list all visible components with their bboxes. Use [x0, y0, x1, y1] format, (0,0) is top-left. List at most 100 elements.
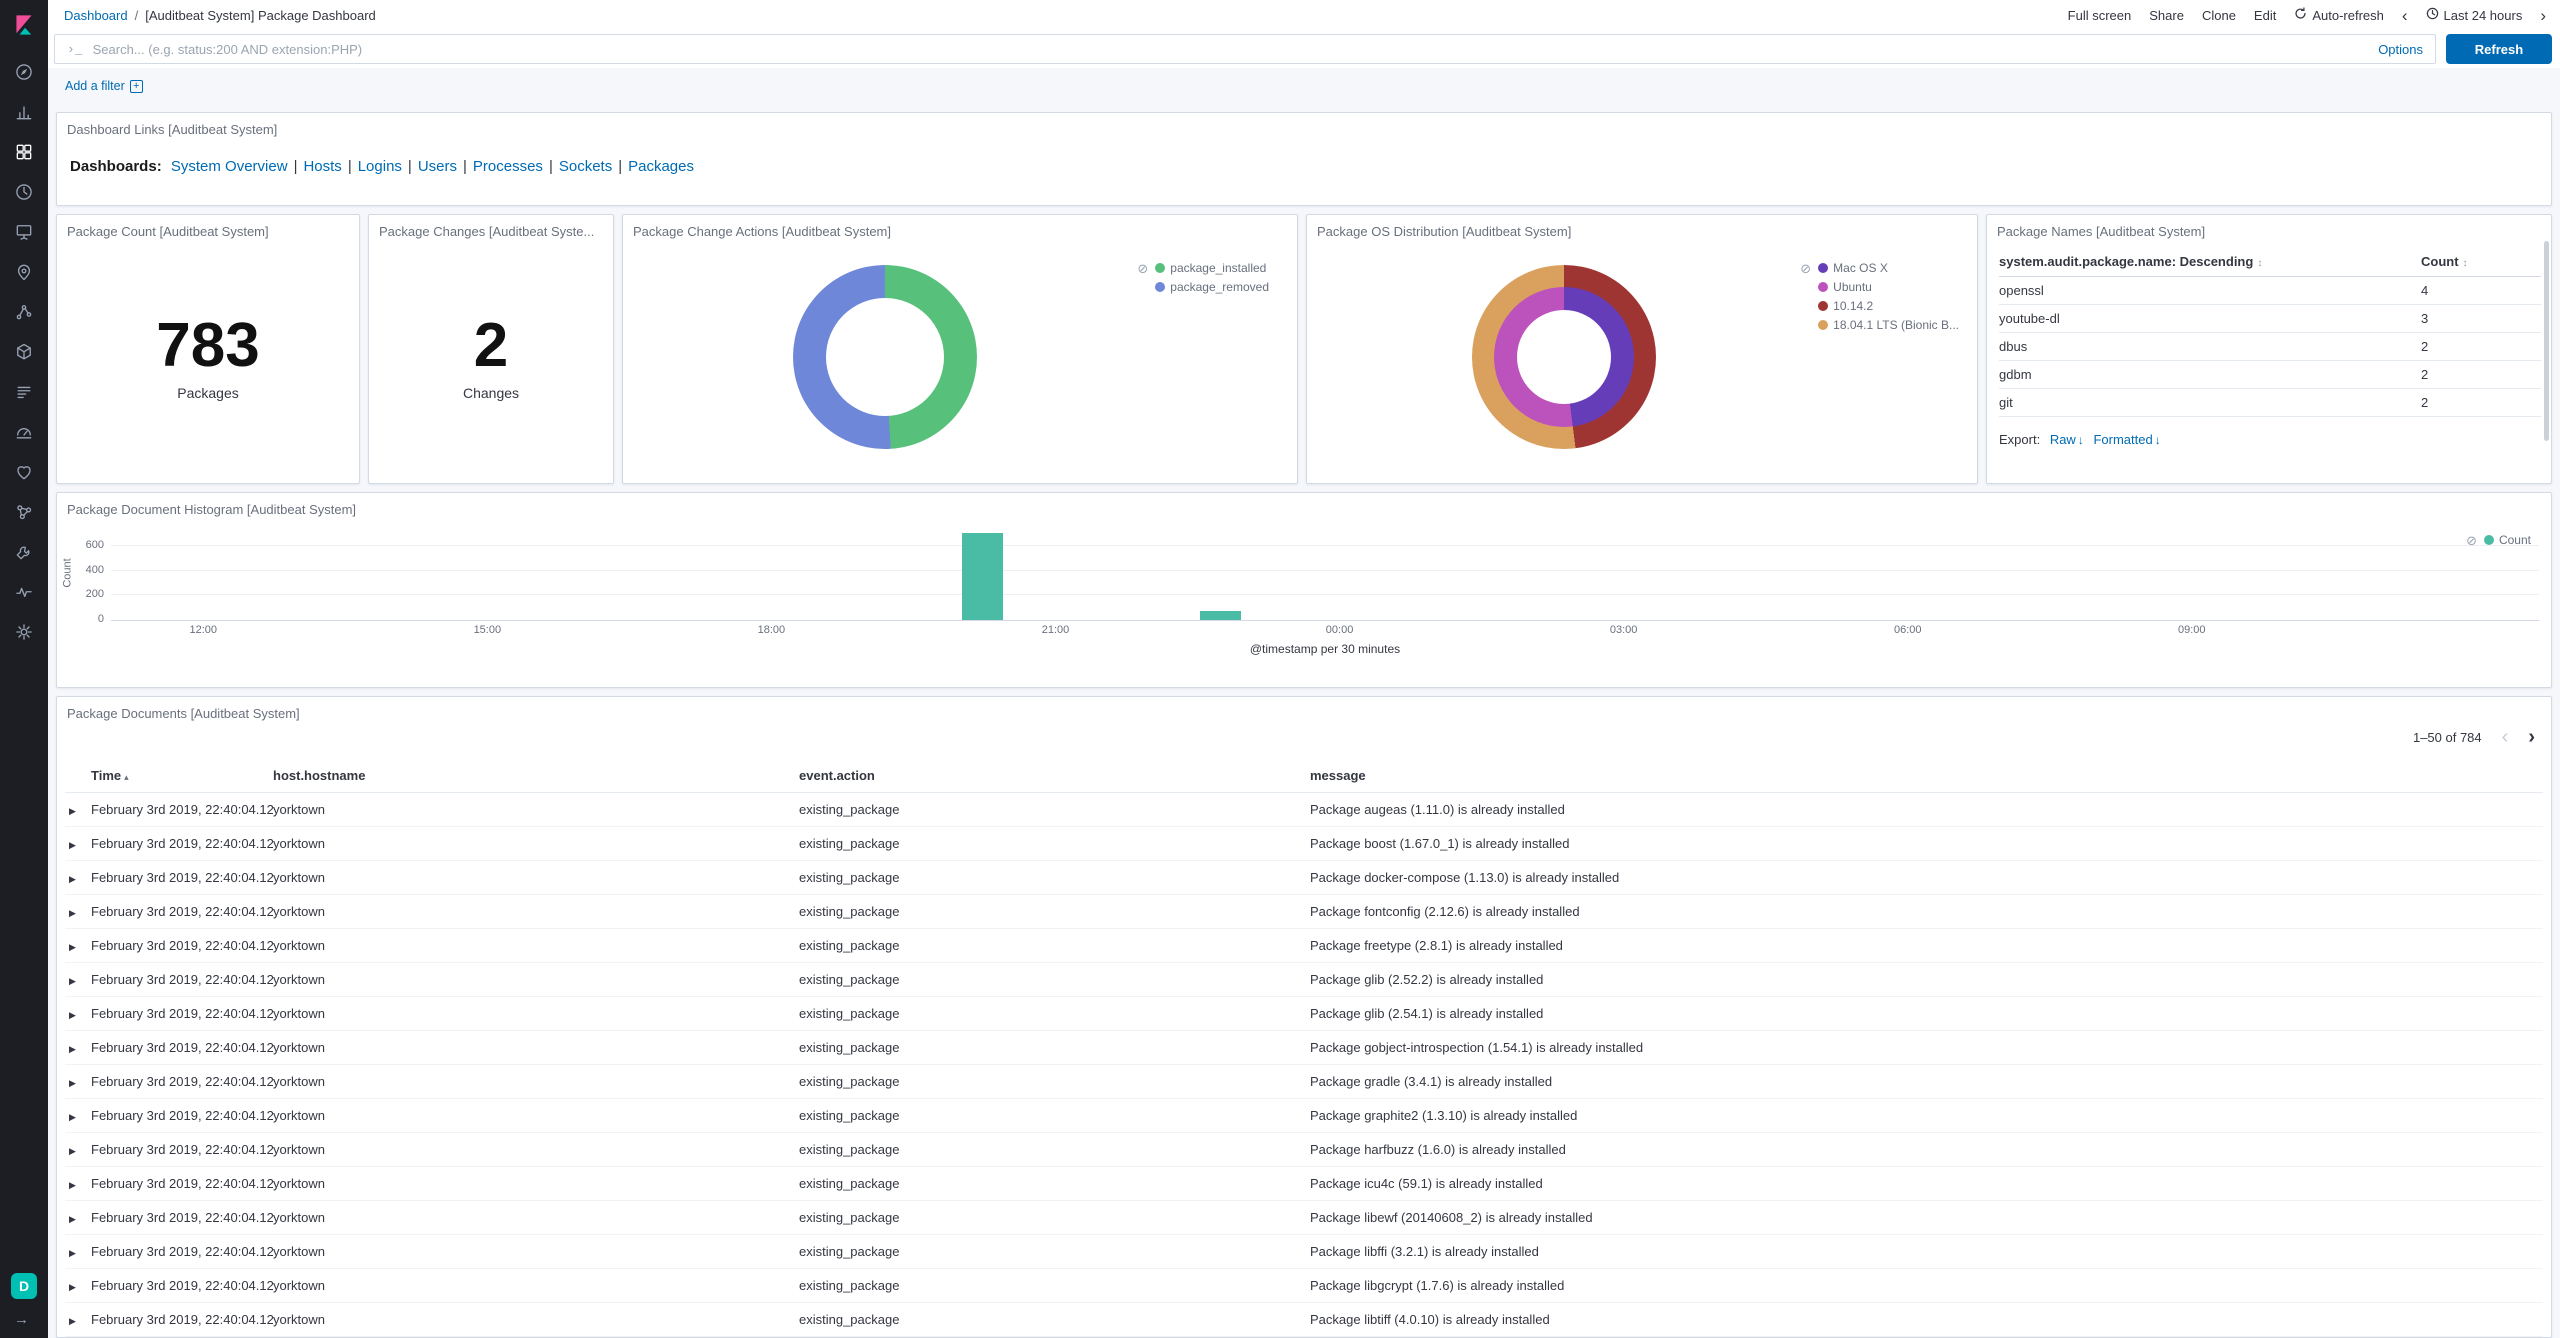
package-count-cell[interactable]: 2 [2421, 332, 2541, 361]
sidebar-item-canvas[interactable] [0, 212, 48, 252]
clone-button[interactable]: Clone [2202, 8, 2236, 23]
expand-row-icon[interactable]: ▶ [69, 1078, 76, 1088]
message-column-header[interactable]: message [1310, 759, 2543, 793]
add-filter-link[interactable]: Add a filter + [65, 79, 143, 93]
legend-filter-icon[interactable]: ⊘ [1800, 262, 1811, 275]
package-count-cell[interactable]: 3 [2421, 304, 2541, 333]
expand-row-icon[interactable]: ▶ [69, 1214, 76, 1224]
discover-icon [14, 62, 34, 82]
table-row: ▶ February 3rd 2019, 22:40:04.121yorktown… [65, 894, 2543, 929]
sidebar-item-timelion[interactable] [0, 172, 48, 212]
expand-row-icon[interactable]: ▶ [69, 1044, 76, 1054]
time-cell: February 3rd 2019, 22:40:04.121 [91, 1166, 273, 1201]
sidebar-item-visualize[interactable] [0, 92, 48, 132]
package-name-header[interactable]: system.audit.package.name: Descending ↕ [1999, 247, 2421, 277]
query-options-link[interactable]: Options [2378, 42, 2423, 57]
dashboard-link-processes[interactable]: Processes [473, 158, 543, 175]
event-action-column-header[interactable]: event.action [799, 759, 1310, 793]
dashboard-link-hosts[interactable]: Hosts [303, 158, 341, 175]
auto-refresh-button[interactable]: Auto-refresh [2294, 7, 2384, 23]
package-name-cell[interactable]: git [1999, 388, 2421, 417]
time-range-picker[interactable]: Last 24 hours [2426, 7, 2522, 23]
expand-row-icon[interactable]: ▶ [69, 1248, 76, 1258]
legend-item[interactable]: 10.14.2 [1818, 299, 1959, 313]
panel-package-names: Package Names [Auditbeat System] system.… [1986, 214, 2552, 484]
full-screen-button[interactable]: Full screen [2068, 8, 2132, 23]
legend-filter-icon[interactable]: ⊘ [2466, 534, 2477, 547]
os-distribution-donut-outer[interactable] [1472, 265, 1656, 449]
expand-row-icon[interactable]: ▶ [69, 874, 76, 884]
package-name-cell[interactable]: dbus [1999, 332, 2421, 361]
dashboard-link-sockets[interactable]: Sockets [559, 158, 612, 175]
kibana-logo[interactable] [0, 0, 48, 52]
histogram-bar[interactable] [962, 533, 1004, 620]
expand-row-icon[interactable]: ▶ [69, 1010, 76, 1020]
legend-filter-icon[interactable]: ⊘ [1137, 262, 1148, 275]
expand-row-icon[interactable]: ▶ [69, 840, 76, 850]
time-forward-chevron[interactable]: › [2540, 7, 2546, 24]
package-count-cell[interactable]: 2 [2421, 360, 2541, 389]
legend-item[interactable]: 18.04.1 LTS (Bionic B... [1818, 318, 1959, 332]
sidebar-item-machine-learning[interactable] [0, 292, 48, 332]
event-action-cell: existing_package [799, 826, 1310, 861]
expand-row-icon[interactable]: ▶ [69, 908, 76, 918]
package-name-cell[interactable]: youtube-dl [1999, 304, 2421, 333]
sidebar-bottom: D → [0, 1273, 48, 1338]
refresh-button[interactable]: Refresh [2446, 34, 2552, 64]
expand-row-icon[interactable]: ▶ [69, 976, 76, 986]
legend-item[interactable]: Count [2483, 533, 2531, 547]
search-input[interactable] [92, 41, 2369, 57]
legend-item[interactable]: package_installed [1155, 261, 1269, 275]
expand-row-icon[interactable]: ▶ [69, 1282, 76, 1292]
sidebar-item-graph[interactable] [0, 492, 48, 532]
dashboard-link-users[interactable]: Users [418, 158, 457, 175]
legend-item[interactable]: package_removed [1155, 280, 1269, 294]
time-column-header[interactable]: Time ▴ [91, 759, 273, 793]
expand-row-icon[interactable]: ▶ [69, 1316, 76, 1326]
dashboard-link-system-overview[interactable]: System Overview [171, 158, 288, 175]
space-badge[interactable]: D [11, 1273, 37, 1299]
graph-icon [14, 502, 34, 522]
expand-row-icon[interactable]: ▶ [69, 1112, 76, 1122]
sidebar-item-monitoring[interactable] [0, 572, 48, 612]
sidebar-item-logs[interactable] [0, 372, 48, 412]
sidebar-item-apm[interactable] [0, 412, 48, 452]
expand-row-icon[interactable]: ▶ [69, 806, 76, 816]
sidebar-item-discover[interactable] [0, 52, 48, 92]
time-back-chevron[interactable]: ‹ [2402, 7, 2408, 24]
legend-item[interactable]: Ubuntu [1818, 280, 1959, 294]
export-formatted-link[interactable]: Formatted ↓ [2093, 432, 2160, 447]
histogram-bar[interactable] [1199, 611, 1242, 620]
export-raw-link[interactable]: Raw ↓ [2050, 432, 2084, 447]
sidebar-item-uptime[interactable] [0, 452, 48, 492]
dashboard-link-packages[interactable]: Packages [628, 158, 694, 175]
expand-row-icon[interactable]: ▶ [69, 942, 76, 952]
edit-button[interactable]: Edit [2254, 8, 2276, 23]
sidebar-item-infrastructure[interactable] [0, 332, 48, 372]
sidebar-item-maps[interactable] [0, 252, 48, 292]
page-prev-button[interactable]: ‹ [2502, 727, 2509, 747]
scrollbar-thumb[interactable] [2544, 241, 2549, 441]
change-actions-donut[interactable] [793, 265, 977, 449]
package-count-cell[interactable]: 4 [2421, 276, 2541, 305]
dashboard-link-logins[interactable]: Logins [358, 158, 402, 175]
metric-body: 2 Changes [369, 227, 613, 483]
package-name-cell[interactable]: openssl [1999, 276, 2421, 305]
legend-item[interactable]: Mac OS X [1818, 261, 1959, 275]
sidebar-item-management[interactable] [0, 612, 48, 652]
breadcrumb-separator: / [134, 7, 139, 23]
package-name-cell[interactable]: gdbm [1999, 360, 2421, 389]
sidebar-collapse-icon[interactable]: → [0, 1311, 48, 1328]
time-cell: February 3rd 2019, 22:40:04.121 [91, 928, 273, 963]
hostname-column-header[interactable]: host.hostname [273, 759, 799, 793]
breadcrumb-dashboard-link[interactable]: Dashboard [64, 8, 128, 23]
sidebar-item-dev-tools[interactable] [0, 532, 48, 572]
x-tick-label: 03:00 [1609, 624, 1638, 636]
expand-row-icon[interactable]: ▶ [69, 1180, 76, 1190]
package-count-cell[interactable]: 2 [2421, 388, 2541, 417]
page-next-button[interactable]: › [2528, 727, 2535, 747]
share-button[interactable]: Share [2149, 8, 2184, 23]
expand-row-icon[interactable]: ▶ [69, 1146, 76, 1156]
sidebar-item-dashboard[interactable] [0, 132, 48, 172]
count-header[interactable]: Count ↕ [2421, 247, 2541, 277]
